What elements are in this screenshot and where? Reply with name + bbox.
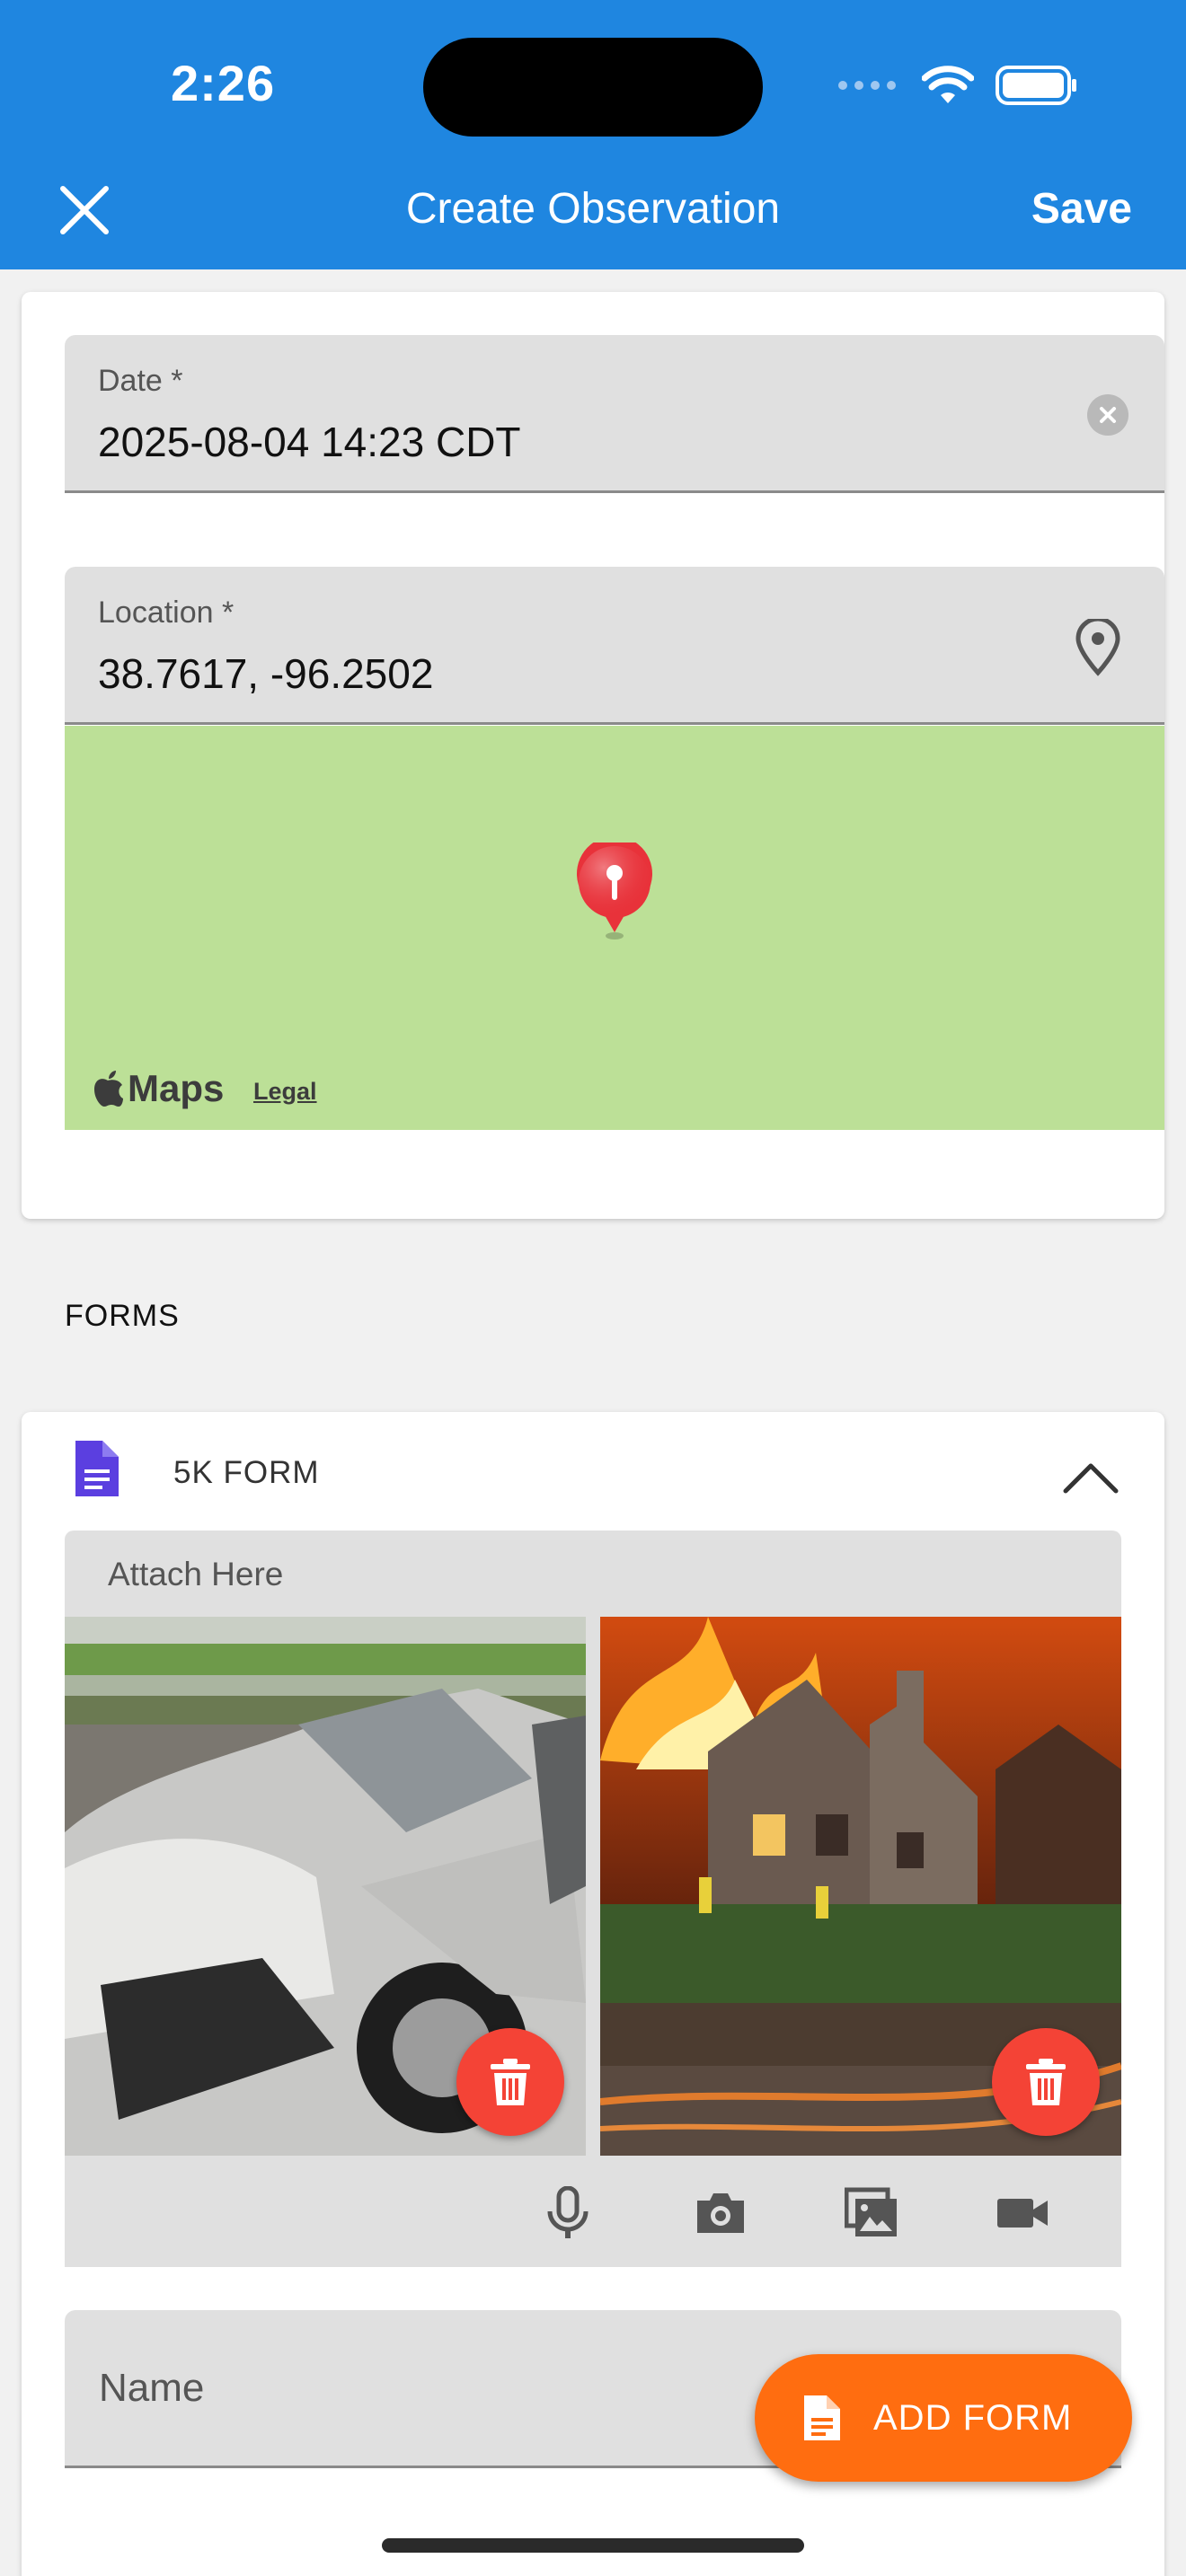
location-label: Location * xyxy=(98,595,235,630)
map-legal-link[interactable]: Legal xyxy=(253,1078,317,1106)
delete-attachment-button[interactable] xyxy=(992,2028,1100,2136)
gallery-icon xyxy=(844,2187,897,2236)
battery-icon xyxy=(996,66,1076,105)
location-value: 38.7617, -96.2502 xyxy=(98,650,434,697)
trash-icon xyxy=(1026,2059,1066,2105)
location-pin-icon xyxy=(1075,616,1120,676)
attach-label: Attach Here xyxy=(108,1556,284,1592)
document-icon xyxy=(804,2395,840,2440)
microphone-icon xyxy=(547,2185,589,2238)
document-icon xyxy=(75,1441,119,1496)
media-actions-bar xyxy=(65,2156,1121,2267)
page-title: Create Observation xyxy=(405,185,781,233)
form-title: 5K FORM xyxy=(173,1455,320,1490)
name-placeholder: Name xyxy=(99,2366,205,2410)
forms-section-heading: FORMS xyxy=(65,1299,180,1333)
add-form-label: ADD FORM xyxy=(873,2397,1073,2438)
attachment-thumbnail[interactable] xyxy=(65,1617,586,2156)
status-time: 2:26 xyxy=(171,55,276,111)
record-video-button[interactable] xyxy=(996,2186,1049,2240)
choose-from-gallery-button[interactable] xyxy=(844,2186,898,2240)
status-icons xyxy=(837,63,1078,108)
observation-details-card: Date * 2025-08-04 14:23 CDT Location * 3… xyxy=(22,292,1164,1219)
dynamic-island xyxy=(423,38,763,137)
location-map[interactable]: Maps Legal xyxy=(65,726,1164,1130)
map-pin-icon xyxy=(577,842,652,940)
date-label: Date * xyxy=(98,364,183,398)
location-field[interactable]: Location * 38.7617, -96.2502 xyxy=(65,567,1164,725)
app-header: 2:26 Create Observation Save xyxy=(0,0,1186,269)
trash-icon xyxy=(491,2059,530,2105)
delete-attachment-button[interactable] xyxy=(456,2028,564,2136)
collapse-chevron-icon[interactable] xyxy=(1062,1459,1120,1495)
clear-icon xyxy=(1100,407,1116,423)
record-audio-button[interactable] xyxy=(541,2185,595,2240)
location-pin-button[interactable] xyxy=(1071,616,1125,676)
clear-date-button[interactable] xyxy=(1087,394,1128,436)
date-field[interactable]: Date * 2025-08-04 14:23 CDT xyxy=(65,335,1164,493)
save-button[interactable]: Save xyxy=(1031,184,1132,234)
attachment-thumbnail[interactable] xyxy=(600,1617,1121,2156)
wifi-icon xyxy=(922,66,974,103)
attachment-field: Attach Here xyxy=(65,1531,1121,2267)
take-photo-button[interactable] xyxy=(694,2186,748,2240)
apple-logo-icon xyxy=(94,1071,123,1107)
cellular-signal-icon xyxy=(838,81,896,90)
add-form-button[interactable]: ADD FORM xyxy=(755,2354,1132,2482)
maps-brand-text: Maps xyxy=(128,1067,225,1109)
date-value: 2025-08-04 14:23 CDT xyxy=(98,419,521,465)
maps-logo: Maps xyxy=(92,1067,224,1110)
video-icon xyxy=(997,2199,1048,2228)
camera-icon xyxy=(697,2193,744,2233)
home-indicator[interactable] xyxy=(382,2538,804,2553)
